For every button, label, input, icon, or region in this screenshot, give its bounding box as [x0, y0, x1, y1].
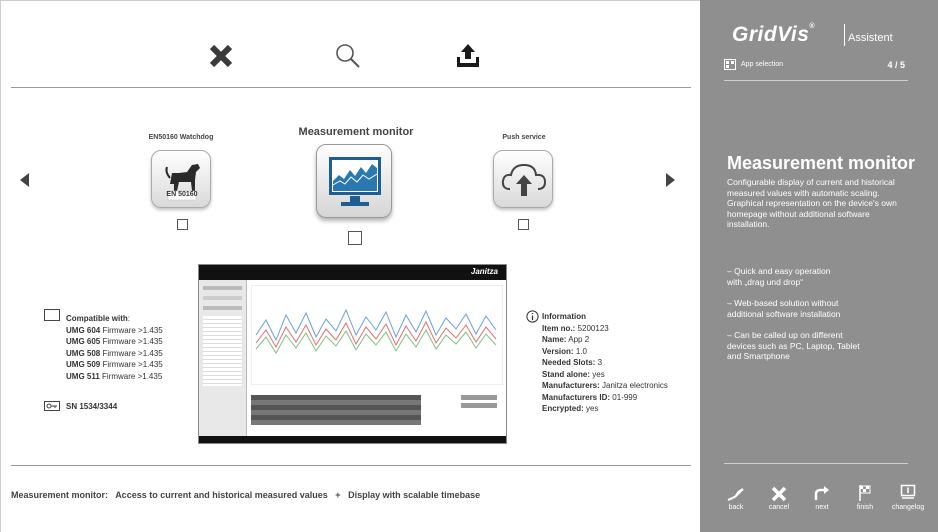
checkbox-watchdog[interactable]	[177, 219, 188, 230]
bottom-divider	[11, 465, 691, 466]
checkbox-measurement-monitor[interactable]	[348, 231, 362, 245]
info-row: Stand alone: yes	[542, 369, 605, 379]
top-divider	[11, 87, 691, 88]
app-tile-measurement-monitor[interactable]	[316, 144, 392, 218]
sidebar-features: – Quick and easy operation with „drag un…	[727, 266, 913, 373]
upload-icon[interactable]	[451, 41, 485, 71]
info-header: Information	[542, 312, 586, 321]
compat-item: UMG 605 Firmware >1.435	[66, 337, 163, 346]
step-counter: 4 / 5	[887, 60, 905, 70]
info-row: Name: App 2	[542, 335, 590, 344]
preview-sidebar	[199, 280, 247, 438]
watchdog-badge: EN 50160	[166, 191, 198, 198]
cancel-button[interactable]: cancel	[760, 482, 798, 511]
changelog-icon	[900, 484, 916, 499]
app-tile-watchdog[interactable]: EN 50160	[151, 150, 211, 208]
info-icon	[526, 310, 539, 323]
info-row: Needed Slots: 3	[542, 358, 603, 367]
next-button[interactable]: next	[803, 482, 841, 511]
app-title-push-service: Push service	[502, 134, 546, 141]
info-row: Manufacturers ID: 01-999	[542, 392, 638, 402]
app-tile-push-service[interactable]	[493, 150, 553, 208]
app-summary: Measurement monitor: Access to current a…	[11, 490, 481, 500]
info-row: Encrypted: yes	[542, 404, 599, 413]
compat-item: UMG 509 Firmware >1.435	[66, 360, 163, 369]
brand-divider	[844, 24, 845, 46]
brand-logo: GridVis®	[732, 23, 816, 46]
app-title-watchdog: EN50160 Watchdog	[148, 134, 214, 141]
device-icon	[44, 309, 60, 321]
cloud-upload-icon	[501, 163, 547, 196]
cancel-icon	[771, 486, 787, 502]
app-preview-screenshot: Janitza	[198, 264, 507, 444]
search-icon[interactable]	[331, 41, 365, 71]
previous-arrow-icon[interactable]	[20, 173, 29, 187]
sidebar-description: Configurable display of current and hist…	[727, 177, 897, 229]
feature-item: – Web-based solution without additional …	[727, 298, 841, 319]
serial-number: SN 1534/3344	[66, 402, 118, 411]
changelog-button[interactable]: changelog	[889, 482, 927, 511]
assistant-sidebar: GridVis® Assistent App selection 4 / 5 M…	[700, 0, 938, 532]
compat-item: UMG 508 Firmware >1.435	[66, 348, 163, 358]
compat-item: UMG 604 Firmware >1.435	[66, 325, 163, 335]
preview-table	[251, 395, 421, 425]
sidebar-bottom-divider	[724, 463, 908, 464]
app-title-measurement-monitor: Measurement monitor	[298, 126, 414, 138]
monitor-chart-icon	[329, 157, 381, 206]
dog-icon	[165, 164, 200, 201]
sidebar-divider	[724, 80, 908, 81]
checkbox-push-service[interactable]	[518, 219, 529, 230]
back-icon	[727, 488, 744, 501]
main-panel: EN50160 Watchdog EN 50160 Measurement mo…	[0, 0, 700, 532]
back-button[interactable]: back	[717, 482, 755, 511]
next-arrow-icon[interactable]	[666, 173, 675, 187]
preview-brand: Janitza	[470, 267, 498, 276]
sidebar-title: Measurement monitor	[727, 153, 916, 173]
preview-chart	[251, 285, 503, 385]
app-grid-icon	[724, 59, 736, 70]
preview-topbar	[199, 265, 506, 280]
finish-button[interactable]: finish	[846, 482, 884, 511]
brand-subtitle: Assistent	[848, 32, 893, 44]
wizard-buttons: back cancel next finish changelog	[717, 482, 927, 511]
key-icon	[44, 401, 60, 411]
finish-flag-icon	[859, 485, 871, 501]
feature-item: – Quick and easy operation with „drag un…	[727, 266, 831, 287]
info-row: Version: 1.0	[542, 346, 587, 356]
app-selection-step: App selection	[724, 59, 783, 70]
feature-item: – Can be called up on different devices …	[727, 330, 860, 361]
compatibility-block: Compatible with: UMG 604 Firmware >1.435…	[44, 309, 163, 411]
info-row: Item no.: 5200123	[542, 323, 609, 333]
next-icon	[814, 486, 829, 500]
info-row: Manufacturers: Janitza electronics	[542, 381, 668, 390]
compat-item: UMG 511 Firmware >1.435	[66, 371, 163, 381]
preview-footer	[199, 436, 506, 443]
close-icon[interactable]	[204, 41, 238, 71]
compat-header: Compatible with:	[66, 314, 131, 323]
information-block: Information Item no.: 5200123 Name: App …	[526, 310, 668, 415]
